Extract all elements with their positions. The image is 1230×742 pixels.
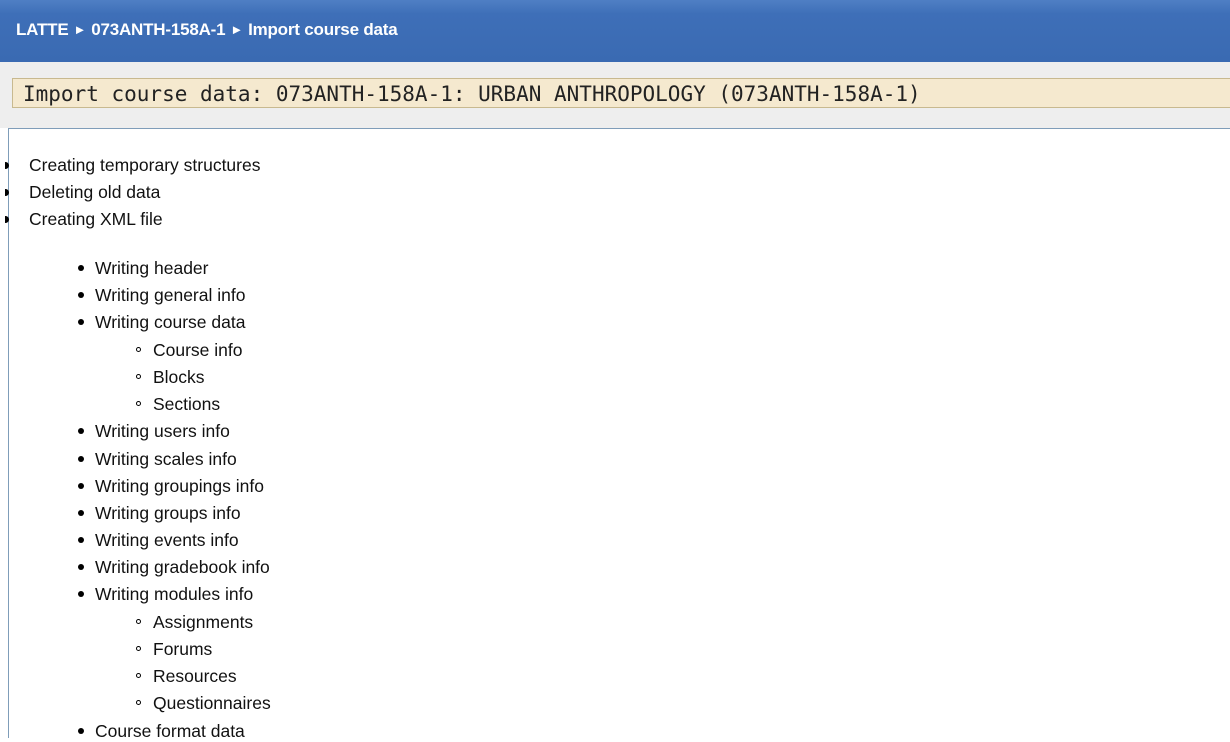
list-item: Resources bbox=[136, 666, 237, 687]
bullet-icon bbox=[5, 189, 9, 196]
circle-bullet-icon bbox=[136, 700, 141, 705]
list-item: Writing gradebook info bbox=[78, 557, 270, 578]
list-item: Writing groupings info bbox=[78, 476, 264, 497]
step-label: Course info bbox=[153, 340, 243, 360]
page-title: Import course data: 073ANTH-158A-1: URBA… bbox=[23, 82, 921, 106]
step-label: Resources bbox=[153, 666, 237, 686]
circle-bullet-icon bbox=[136, 401, 141, 406]
step-label: Blocks bbox=[153, 367, 205, 387]
list-item: Writing modules info bbox=[78, 584, 254, 605]
bullet-icon bbox=[78, 265, 84, 271]
step-label: Writing header bbox=[95, 258, 209, 278]
step-label: Course format data bbox=[95, 721, 245, 741]
list-item: Course format data bbox=[78, 721, 245, 742]
list-item: Deleting old data bbox=[5, 182, 161, 203]
import-progress-panel: Creating temporary structures Deleting o… bbox=[5, 128, 1230, 741]
step-label: Writing users info bbox=[95, 421, 230, 441]
list-item: Writing header bbox=[78, 258, 209, 279]
bullet-icon bbox=[78, 591, 84, 597]
breadcrumb-current: Import course data bbox=[248, 20, 398, 39]
step-label: Creating XML file bbox=[29, 209, 163, 229]
page-heading: Import course data: 073ANTH-158A-1: URBA… bbox=[12, 78, 1230, 108]
list-item: Writing scales info bbox=[78, 449, 237, 470]
step-label: Assignments bbox=[153, 612, 254, 632]
breadcrumb-home-link[interactable]: LATTE bbox=[16, 20, 69, 39]
breadcrumb: LATTE ► 073ANTH-158A-1 ► Import course data bbox=[16, 20, 398, 40]
list-item: Writing course data bbox=[78, 312, 246, 333]
list-item: Sections bbox=[136, 394, 221, 415]
bullet-icon bbox=[5, 216, 9, 223]
step-label: Writing modules info bbox=[95, 584, 254, 604]
list-item: Questionnaires bbox=[136, 693, 271, 714]
step-label: Creating temporary structures bbox=[29, 155, 261, 175]
circle-bullet-icon bbox=[136, 619, 141, 624]
list-item: Creating temporary structures bbox=[5, 155, 261, 176]
bullet-icon bbox=[78, 428, 84, 434]
list-item: Forums bbox=[136, 639, 213, 660]
step-label: Writing groups info bbox=[95, 503, 241, 523]
step-label: Writing groupings info bbox=[95, 476, 264, 496]
circle-bullet-icon bbox=[136, 374, 141, 379]
list-item: Writing users info bbox=[78, 421, 230, 442]
step-label: Writing events info bbox=[95, 530, 239, 550]
step-label: Writing general info bbox=[95, 285, 246, 305]
breadcrumb-separator-icon: ► bbox=[230, 22, 244, 37]
bullet-icon bbox=[78, 319, 84, 325]
step-label: Deleting old data bbox=[29, 182, 161, 202]
step-label: Forums bbox=[153, 639, 213, 659]
circle-bullet-icon bbox=[136, 646, 141, 651]
breadcrumb-course-link[interactable]: 073ANTH-158A-1 bbox=[91, 20, 225, 39]
bullet-icon bbox=[78, 564, 84, 570]
bullet-icon bbox=[5, 162, 9, 169]
list-item: Assignments bbox=[136, 612, 254, 633]
bullet-icon bbox=[78, 456, 84, 462]
step-label: Questionnaires bbox=[153, 693, 271, 713]
bullet-icon bbox=[78, 728, 84, 734]
step-label: Writing gradebook info bbox=[95, 557, 270, 577]
list-item: Writing general info bbox=[78, 285, 246, 306]
list-item: Writing groups info bbox=[78, 503, 241, 524]
bullet-icon bbox=[78, 483, 84, 489]
list-item: Blocks bbox=[136, 367, 205, 388]
step-label: Writing course data bbox=[95, 312, 246, 332]
bullet-icon bbox=[78, 510, 84, 516]
step-label: Writing scales info bbox=[95, 449, 237, 469]
list-item: Writing events info bbox=[78, 530, 239, 551]
list-item: Course info bbox=[136, 340, 243, 361]
bullet-icon bbox=[78, 537, 84, 543]
breadcrumb-separator-icon: ► bbox=[73, 22, 87, 37]
step-label: Sections bbox=[153, 394, 221, 414]
bullet-icon bbox=[78, 292, 84, 298]
navigation-bar: LATTE ► 073ANTH-158A-1 ► Import course data bbox=[0, 0, 1230, 62]
list-item: Creating XML file bbox=[5, 209, 163, 230]
circle-bullet-icon bbox=[136, 347, 141, 352]
circle-bullet-icon bbox=[136, 673, 141, 678]
